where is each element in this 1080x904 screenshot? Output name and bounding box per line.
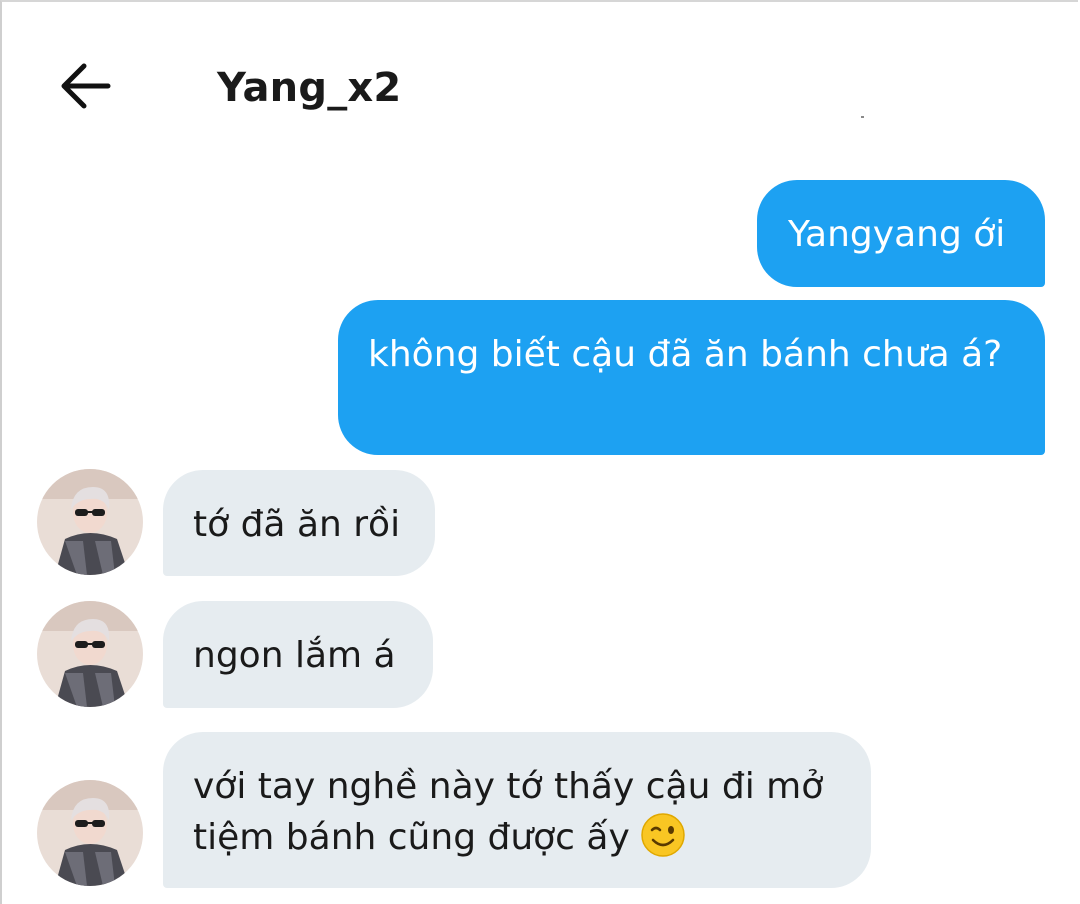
message-bubble-outgoing[interactable]: Yangyang ới bbox=[757, 180, 1045, 287]
avatar[interactable] bbox=[37, 469, 143, 575]
message-text: ngon lắm á bbox=[193, 635, 396, 676]
winking-face-emoji bbox=[640, 812, 686, 858]
back-button[interactable] bbox=[54, 58, 116, 114]
avatar[interactable] bbox=[37, 780, 143, 886]
arrow-left-icon bbox=[54, 58, 116, 114]
divider-dot bbox=[861, 116, 864, 118]
chat-header: Yang_x2 bbox=[0, 0, 1080, 170]
message-bubble-incoming[interactable]: ngon lắm á bbox=[163, 601, 433, 708]
message-bubble-outgoing[interactable]: không biết cậu đã ăn bánh chưa á? bbox=[338, 300, 1045, 455]
message-bubble-incoming[interactable]: với tay nghề này tớ thấy cậu đi mở tiệm … bbox=[163, 732, 871, 888]
message-text: với tay nghề này tớ thấy cậu đi mở tiệm … bbox=[193, 766, 824, 858]
conversation-title: Yang_x2 bbox=[217, 65, 402, 111]
message-text: Yangyang ới bbox=[788, 214, 1006, 255]
message-text: không biết cậu đã ăn bánh chưa á? bbox=[368, 334, 1003, 375]
avatar[interactable] bbox=[37, 601, 143, 707]
message-text: tớ đã ăn rồi bbox=[193, 504, 401, 545]
message-bubble-incoming[interactable]: tớ đã ăn rồi bbox=[163, 470, 435, 576]
